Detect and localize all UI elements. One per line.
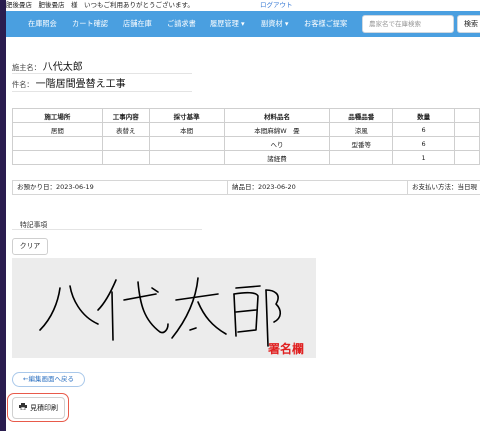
table-cell: 諸経費 bbox=[223, 150, 331, 165]
notes-label: 特記事項 bbox=[20, 221, 48, 229]
table-cell bbox=[12, 136, 103, 151]
col-header-measure: 採寸基準 bbox=[148, 108, 225, 123]
print-button-label: 見積印刷 bbox=[30, 404, 58, 412]
back-to-edit-button[interactable]: ←編集画面へ戻る bbox=[12, 372, 85, 387]
customer-name-label: 施主名： bbox=[12, 63, 41, 72]
logout-link[interactable]: ログアウト bbox=[260, 0, 293, 11]
table-cell: 本間 bbox=[148, 122, 225, 137]
table-cell bbox=[12, 150, 103, 165]
nav-proposal[interactable]: お客様ご提案 bbox=[304, 11, 347, 37]
nav-history[interactable]: 履歴管理 ▾ bbox=[210, 11, 245, 37]
main-nav: 在庫照会 カート確認 店舗在庫 ご請求書 履歴管理 ▾ 副資材 ▾ お客様ご提案… bbox=[6, 11, 480, 37]
nav-invoice[interactable]: ご請求書 bbox=[167, 11, 196, 37]
payment-method: お支払い方法：当日現 bbox=[408, 180, 480, 195]
customer-name-row: 施主名： 八代太郎 bbox=[12, 58, 83, 73]
customer-name: 八代太郎 bbox=[42, 62, 83, 73]
table-cell bbox=[454, 150, 480, 165]
stock-search-input[interactable]: 農家名で在庫検索 bbox=[362, 15, 454, 33]
table-cell bbox=[101, 150, 150, 165]
greeting-text: 肥後畳店 肥後畳店 様 いつもご利用ありがとうございます。 bbox=[6, 1, 194, 9]
table-cell: 居間 bbox=[12, 122, 103, 137]
table-cell bbox=[329, 150, 394, 165]
nav-supplies[interactable]: 副資材 ▾ bbox=[261, 11, 288, 37]
table-cell: 6 bbox=[392, 136, 456, 151]
table-row: 諸経費 1 bbox=[12, 150, 480, 165]
table-cell bbox=[454, 136, 480, 151]
table-row: へり 型番等 6 bbox=[12, 136, 480, 151]
table-cell: 1 bbox=[392, 150, 456, 165]
nav-cart[interactable]: カート確認 bbox=[72, 11, 108, 37]
signature-caption: 署名欄 bbox=[268, 342, 305, 356]
table-cell: 本間麻綿W 畳 bbox=[223, 122, 331, 137]
nav-stock-inquiry[interactable]: 在庫照会 bbox=[28, 11, 57, 37]
table-cell: 涼風 bbox=[329, 122, 394, 137]
table-cell bbox=[148, 136, 225, 151]
clear-button[interactable]: クリア bbox=[12, 238, 48, 255]
items-table: 施工場所 工事内容 採寸基準 材料品名 品種品番 数量 居間 表替え 本間 本間… bbox=[12, 108, 480, 165]
col-header-material: 材料品名 bbox=[223, 108, 331, 123]
delivery-date: 納品日：2023-06-20 bbox=[228, 180, 408, 195]
col-header-work: 工事内容 bbox=[101, 108, 150, 123]
subject-row: 件名： 一階居間畳替え工事 bbox=[12, 75, 126, 90]
nav-store-stock[interactable]: 店舗在庫 bbox=[123, 11, 152, 37]
printer-icon bbox=[19, 398, 27, 418]
table-row: 居間 表替え 本間 本間麻綿W 畳 涼風 6 bbox=[12, 122, 480, 137]
col-header-variety: 品種品番 bbox=[329, 108, 394, 123]
received-date: お預かり日：2023-06-19 bbox=[12, 180, 228, 195]
table-cell: 6 bbox=[392, 122, 456, 137]
table-cell: 表替え bbox=[101, 122, 150, 137]
table-cell bbox=[454, 122, 480, 137]
subject-value: 一階居間畳替え工事 bbox=[35, 79, 126, 90]
col-header-extra bbox=[454, 108, 480, 123]
divider bbox=[12, 91, 192, 92]
subject-label: 件名： bbox=[12, 80, 34, 89]
print-estimate-button[interactable]: 見積印刷 bbox=[12, 397, 65, 419]
table-cell: 型番等 bbox=[329, 136, 394, 151]
table-cell bbox=[148, 150, 225, 165]
divider bbox=[12, 229, 202, 230]
left-edge-bar bbox=[0, 0, 6, 431]
search-button[interactable]: 検索 bbox=[457, 15, 480, 33]
table-cell: へり bbox=[223, 136, 331, 151]
table-cell bbox=[101, 136, 150, 151]
table-header-row: 施工場所 工事内容 採寸基準 材料品名 品種品番 数量 bbox=[12, 108, 480, 123]
divider bbox=[12, 73, 192, 74]
col-header-location: 施工場所 bbox=[12, 108, 103, 123]
top-info-bar: 肥後畳店 肥後畳店 様 いつもご利用ありがとうございます。 ログアウト bbox=[6, 0, 480, 11]
col-header-quantity: 数量 bbox=[392, 108, 456, 123]
